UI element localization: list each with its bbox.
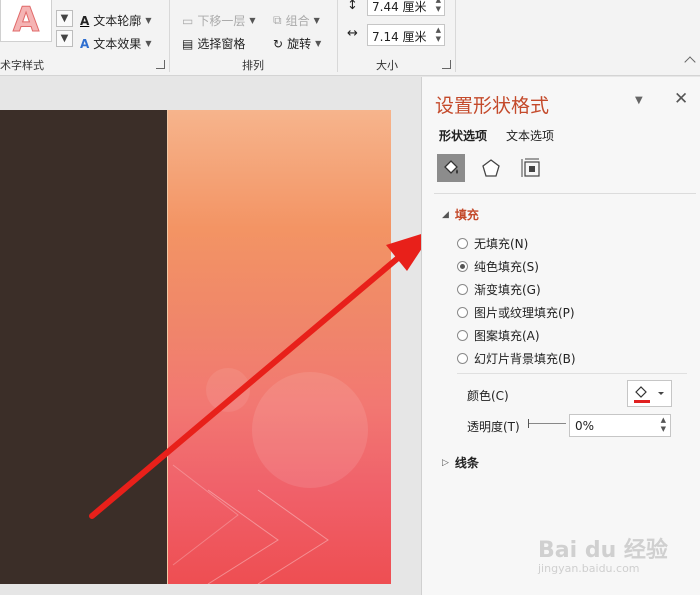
line-section-header[interactable]: ▷ 线条: [442, 454, 479, 471]
radio-icon: [457, 307, 468, 318]
pane-title: 设置形状格式: [435, 95, 550, 117]
radio-icon: [457, 330, 468, 341]
transparency-slider[interactable]: [528, 423, 566, 424]
transparency-input[interactable]: 0% ▲ ▼: [569, 414, 671, 437]
baidu-jingyan-watermark: Bai du 经验 jingyan.baidu.com: [538, 538, 668, 575]
color-picker-button[interactable]: [627, 380, 672, 407]
expand-triangle-icon: ◢: [442, 209, 449, 220]
fill-line-icon: [444, 160, 458, 174]
collapse-triangle-icon: ▷: [442, 457, 449, 468]
radio-icon: [457, 284, 468, 295]
tab-text-options[interactable]: 文本选项: [506, 127, 554, 144]
radio-gradient-fill[interactable]: 渐变填充(G): [457, 281, 541, 298]
radio-icon: [457, 353, 468, 364]
radio-solid-fill[interactable]: 纯色填充(S): [457, 258, 539, 275]
pane-divider: [434, 193, 696, 194]
format-shape-pane: 设置形状格式 ▼ ✕ 形状选项 文本选项 ◢ 填充 无填充(N) 纯色填充(S): [421, 77, 700, 595]
effects-tab[interactable]: [477, 154, 505, 182]
transparency-label: 透明度(T): [467, 420, 520, 434]
radio-pattern-fill[interactable]: 图案填充(A): [457, 327, 540, 344]
radio-selected-icon: [457, 261, 468, 272]
tab-shape-options[interactable]: 形状选项: [439, 127, 487, 144]
radio-no-fill[interactable]: 无填充(N): [457, 235, 528, 252]
fill-divider: [457, 373, 687, 374]
fill-line-tab[interactable]: [437, 154, 465, 182]
effects-pentagon-icon: [482, 159, 500, 177]
close-icon[interactable]: ✕: [674, 89, 688, 109]
radio-picture-fill[interactable]: 图片或纹理填充(P): [457, 304, 575, 321]
pane-options-icon[interactable]: ▼: [635, 95, 643, 106]
radio-icon: [457, 238, 468, 249]
size-properties-icon: [521, 158, 540, 177]
size-properties-tab[interactable]: [517, 154, 545, 182]
paint-bucket-icon: [634, 386, 664, 403]
radio-slide-background-fill[interactable]: 幻灯片背景填充(B): [457, 350, 576, 367]
transparency-slider-thumb[interactable]: [528, 419, 529, 428]
spinner-arrows-icon[interactable]: ▲ ▼: [661, 416, 666, 434]
color-label: 颜色(C): [467, 389, 509, 403]
fill-section-header[interactable]: ◢ 填充: [442, 206, 479, 223]
